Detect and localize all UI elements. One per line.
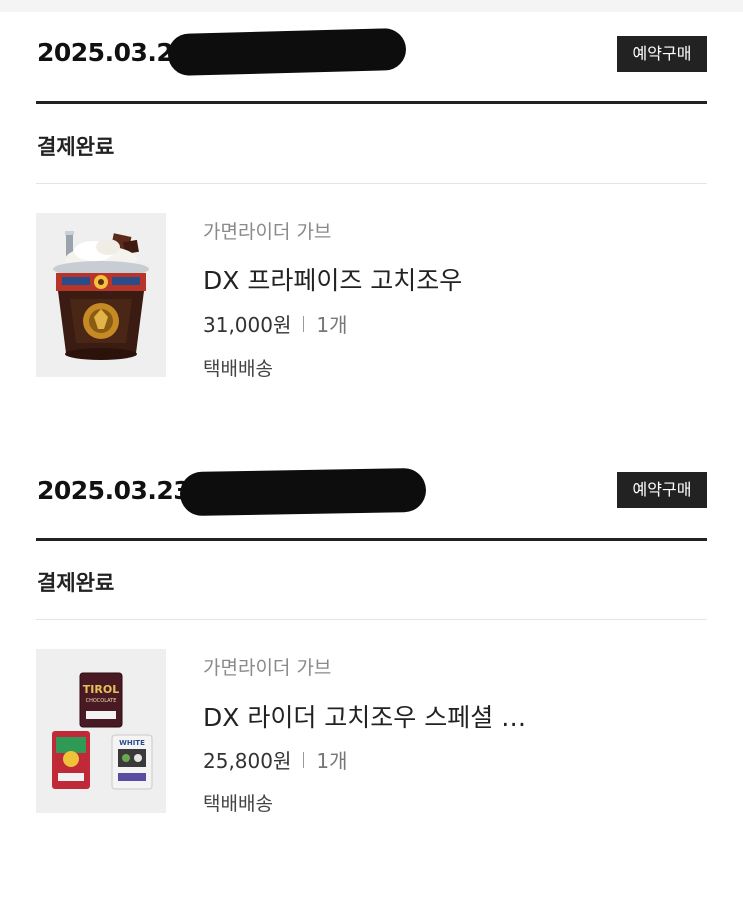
redacted-order-number — [179, 467, 427, 517]
product-name-link[interactable]: DX 프라페이즈 고치조우 — [203, 261, 462, 297]
shipping-method: 택배배송 — [203, 793, 273, 815]
frappe-cup-icon — [36, 213, 166, 377]
product-brand: 가면라이더 가브 — [203, 221, 332, 243]
status-divider — [36, 183, 707, 184]
svg-text:TIROL: TIROL — [83, 683, 119, 696]
status-divider — [36, 619, 707, 620]
order-header-divider — [36, 101, 707, 104]
product-quantity: 1개 — [316, 749, 348, 773]
price-quantity-line: 25,800원 1개 — [203, 745, 348, 774]
top-status-strip — [0, 0, 743, 12]
order-date: 2025.03.23 — [37, 476, 191, 505]
price-quantity-line: 31,000원 1개 — [203, 309, 348, 338]
preorder-badge-button[interactable]: 예약구매 — [617, 36, 707, 72]
shipping-method: 택배배송 — [203, 358, 273, 380]
product-brand: 가면라이더 가브 — [203, 657, 332, 679]
price-separator — [303, 315, 305, 332]
chocolate-set-icon: TIROL CHOCOLATE WHITE — [36, 649, 166, 813]
payment-status: 결제완료 — [37, 135, 115, 159]
product-thumbnail[interactable]: TIROL CHOCOLATE WHITE — [36, 649, 166, 813]
product-name-link[interactable]: DX 라이더 고치조우 스페셜 … — [203, 698, 526, 734]
svg-text:CHOCOLATE: CHOCOLATE — [86, 698, 117, 704]
svg-text:WHITE: WHITE — [119, 739, 145, 747]
redacted-order-number — [167, 27, 407, 77]
product-price: 31,000원 — [203, 313, 292, 337]
payment-status: 결제완료 — [37, 571, 115, 595]
product-quantity: 1개 — [316, 313, 348, 337]
price-separator — [303, 751, 305, 768]
preorder-badge-button[interactable]: 예약구매 — [617, 472, 707, 508]
product-price: 25,800원 — [203, 749, 292, 773]
order-header-divider — [36, 538, 707, 541]
product-thumbnail[interactable] — [36, 213, 166, 377]
